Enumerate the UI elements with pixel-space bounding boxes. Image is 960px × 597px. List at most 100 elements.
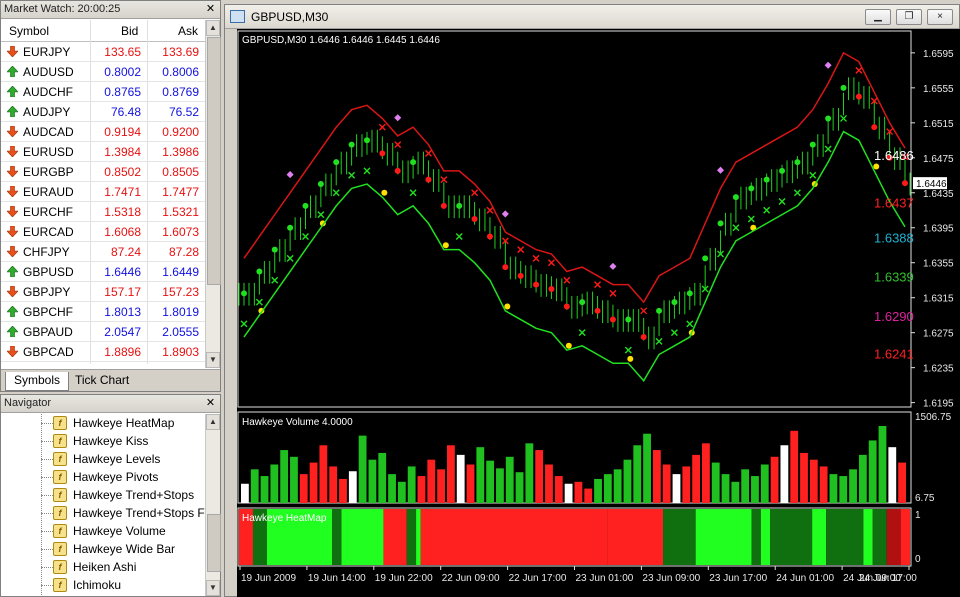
ask-price: 1.5321 <box>162 205 199 219</box>
market-watch-scrollbar[interactable]: ▲ ▼ <box>205 20 221 368</box>
stop-marker <box>455 232 463 240</box>
arrow-up-icon <box>7 306 18 317</box>
market-watch-row[interactable]: GBPUSD 1.6446 1.6449 <box>1 262 205 282</box>
navigator-item-label: Hawkeye Pivots <box>73 470 159 484</box>
tree-line <box>41 513 42 531</box>
market-watch-row[interactable]: GBPAUD 2.0547 2.0555 <box>1 322 205 342</box>
column-header-bid[interactable]: Bid <box>121 24 138 38</box>
restore-icon[interactable]: ❐ <box>896 9 922 25</box>
market-watch-row[interactable]: AUDCAD 0.9194 0.9200 <box>1 122 205 142</box>
navigator-item[interactable]: f Hawkeye Levels <box>1 441 205 468</box>
navigator-item[interactable]: fKiss <box>1 585 205 596</box>
navigator-item[interactable]: f Hawkeye Trend+Stops F <box>1 495 205 522</box>
heatmap-segment <box>341 509 384 565</box>
scroll-down-icon[interactable]: ▼ <box>206 580 220 596</box>
navigator-item[interactable]: f Hawkeye Pivots <box>1 459 205 486</box>
volume-bar <box>388 474 396 503</box>
tree-line <box>41 549 42 567</box>
volume-bar <box>290 456 298 503</box>
volume-bar <box>466 464 475 503</box>
trend-dot <box>317 181 324 188</box>
column-header-ask[interactable]: Ask <box>178 24 198 38</box>
market-watch-row[interactable]: USDCAD1.14901.1493 <box>1 362 205 364</box>
close-icon[interactable]: ✕ <box>204 3 217 16</box>
ask-price: 0.8769 <box>162 85 199 99</box>
pivot-marker <box>716 166 725 174</box>
navigator-item[interactable]: f Hawkeye Kiss <box>1 423 205 450</box>
tab-symbols[interactable]: Symbols <box>5 372 70 391</box>
trend-dot <box>533 281 540 288</box>
stop-marker <box>578 329 586 337</box>
scroll-thumb[interactable] <box>207 514 221 572</box>
stop-marker <box>563 276 571 284</box>
market-watch-row[interactable]: EURJPY 133.65 133.69 <box>1 42 205 62</box>
heatmap-segment <box>900 509 910 565</box>
ask-price: 157.23 <box>162 285 199 299</box>
navigator-item-label: Hawkeye Trend+Stops <box>73 488 195 502</box>
trend-dot <box>363 137 370 144</box>
market-watch-row[interactable]: GBPCHF 1.8013 1.8019 <box>1 302 205 322</box>
price-tick-label: 1.6355 <box>923 259 954 270</box>
heatmap-segment <box>863 509 873 565</box>
volume-bar <box>898 462 906 503</box>
market-watch-row[interactable]: EURAUD 1.7471 1.7477 <box>1 182 205 202</box>
trend-dot <box>517 272 524 279</box>
navigator-item[interactable]: f Hawkeye HeatMap <box>1 414 205 432</box>
volume-bar <box>711 462 720 503</box>
tab-tick-chart[interactable]: Tick Chart <box>67 372 137 391</box>
minimize-icon[interactable]: ▁ <box>865 9 891 25</box>
volume-bar <box>702 443 710 503</box>
volume-tick-label: 6.75 <box>915 493 935 504</box>
tree-line <box>41 513 53 514</box>
close-window-button[interactable]: × <box>927 9 953 25</box>
volume-bar <box>731 481 740 503</box>
navigator-item[interactable]: f Hawkeye Trend+Stops <box>1 477 205 504</box>
market-watch-row[interactable]: AUDUSD 0.8002 0.8006 <box>1 62 205 82</box>
market-watch-row[interactable]: GBPJPY 157.17 157.23 <box>1 282 205 302</box>
navigator-item[interactable]: f Hawkeye Volume <box>1 513 205 540</box>
symbol-name: EURAUD <box>23 185 74 199</box>
market-watch-row[interactable]: CHFJPY 87.24 87.28 <box>1 242 205 262</box>
navigator-item[interactable]: f Hawkeye Wide Bar <box>1 531 205 558</box>
time-tick-label: 22 Jun 09:00 <box>442 573 500 584</box>
ask-price: 1.7477 <box>162 185 199 199</box>
close-icon[interactable]: ✕ <box>204 397 217 410</box>
scroll-down-icon[interactable]: ▼ <box>206 352 220 368</box>
price-tick-label: 1.6195 <box>923 399 954 410</box>
volume-bar <box>584 488 593 503</box>
market-watch-row[interactable]: GBPCAD 1.8896 1.8903 <box>1 342 205 362</box>
scroll-thumb[interactable] <box>207 37 221 285</box>
trend-dot <box>763 176 770 183</box>
tree-line <box>41 423 53 424</box>
navigator-item[interactable]: f Heiken Ashi <box>1 549 205 576</box>
trailing-stop-line-up <box>243 130 906 383</box>
scroll-up-icon[interactable]: ▲ <box>206 20 220 36</box>
trend-dot <box>825 115 832 122</box>
column-header-symbol[interactable]: Symbol <box>9 24 49 38</box>
market-watch-row[interactable]: AUDCHF 0.8765 0.8769 <box>1 82 205 102</box>
market-watch-row[interactable]: EURUSD 1.3984 1.3986 <box>1 142 205 162</box>
stop-marker <box>594 281 602 289</box>
volume-bar <box>280 450 289 503</box>
level-label: 1.6437 <box>874 195 914 210</box>
ask-price: 133.69 <box>162 45 199 59</box>
market-watch-row[interactable]: AUDJPY 76.48 76.52 <box>1 102 205 122</box>
price-chart[interactable]: Hawkeye Volume 4.0000 Hawkeye HeatMap 1.… <box>237 29 960 597</box>
symbol-name: EURCHF <box>23 205 73 219</box>
market-watch-row[interactable]: EURGBP 0.8502 0.8505 <box>1 162 205 182</box>
bid-price: 1.6068 <box>104 225 141 239</box>
market-watch-row[interactable]: EURCAD 1.6068 1.6073 <box>1 222 205 242</box>
market-watch-row[interactable]: EURCHF 1.5318 1.5321 <box>1 202 205 222</box>
volume-bar <box>456 454 465 503</box>
volume-bar <box>260 476 269 503</box>
trend-dot <box>256 268 263 275</box>
navigator-item[interactable]: f Ichimoku <box>1 567 205 594</box>
scroll-up-icon[interactable]: ▲ <box>206 414 220 430</box>
navigator-scrollbar[interactable]: ▲ ▼ <box>205 414 221 596</box>
stop-marker <box>286 254 294 262</box>
arrow-down-icon <box>7 346 18 357</box>
indicator-icon: f <box>53 542 67 556</box>
trend-dot <box>640 334 647 341</box>
volume-bar <box>270 464 279 503</box>
price-tick-label: 1.6275 <box>923 329 954 340</box>
